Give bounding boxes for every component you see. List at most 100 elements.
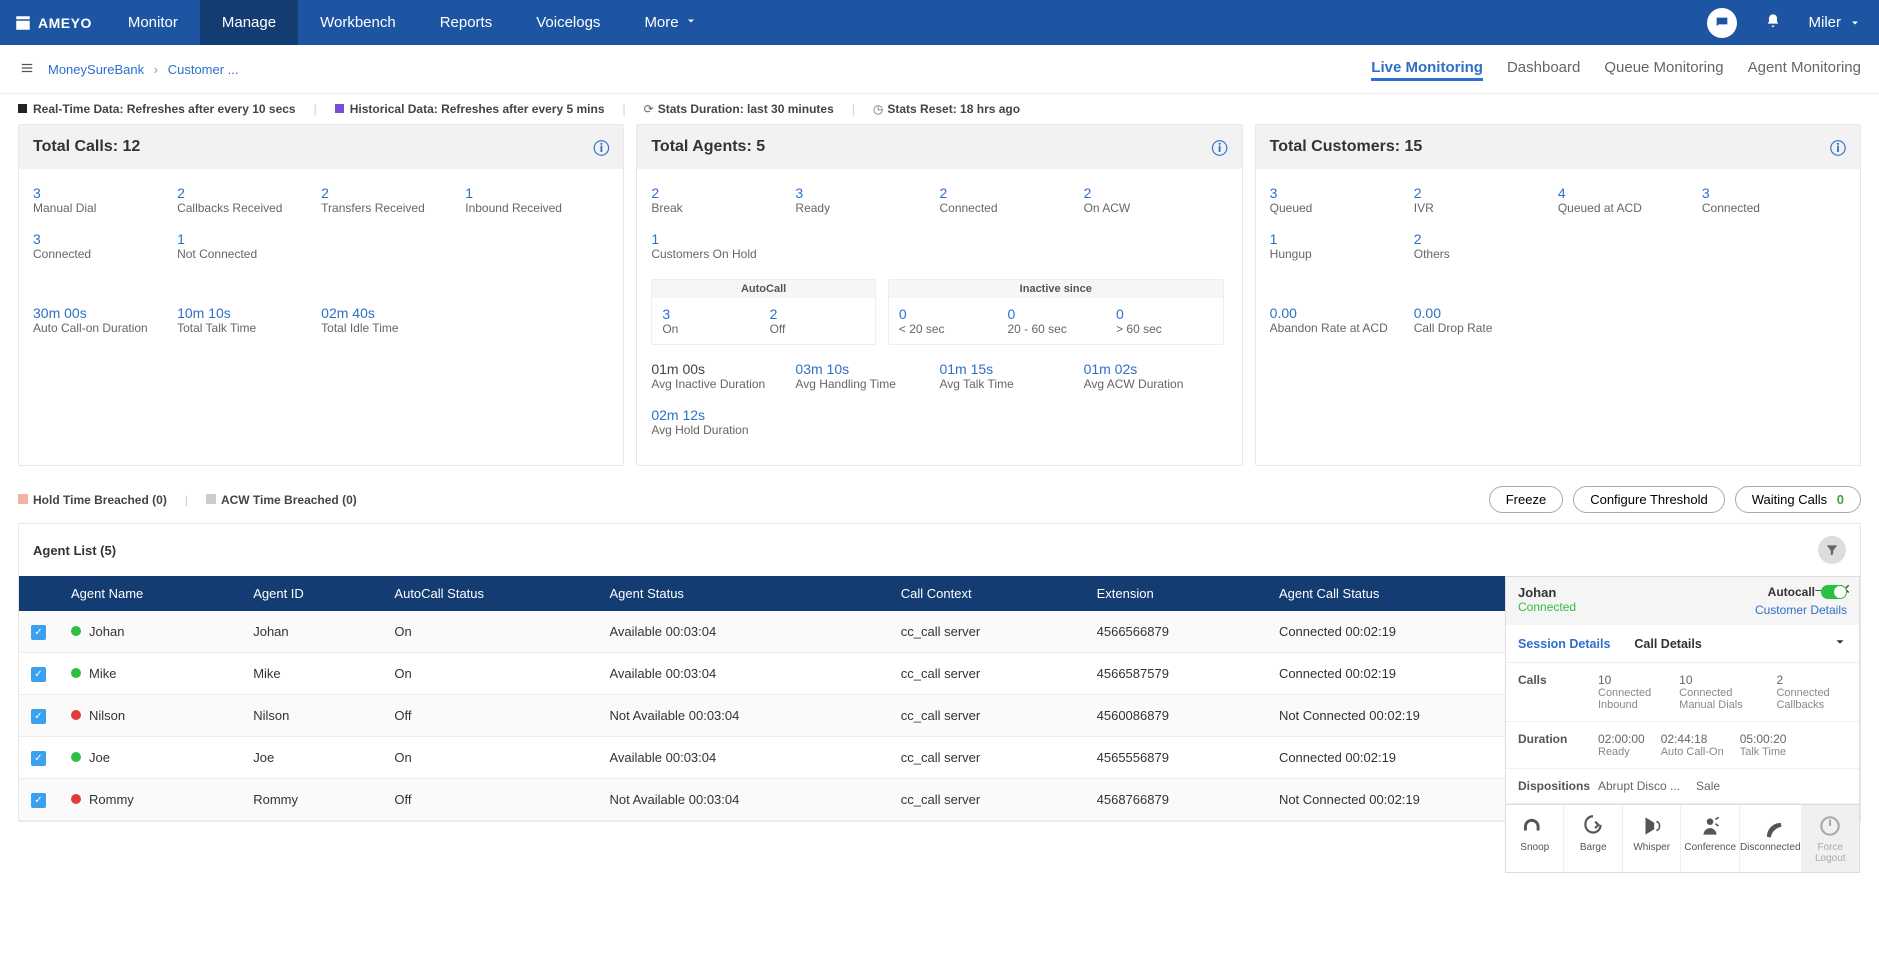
tab-agent-monitoring[interactable]: Agent Monitoring <box>1748 57 1861 81</box>
force-logout-icon <box>1817 813 1843 839</box>
stat-value: 02m 12s <box>651 407 789 423</box>
col-agent-id[interactable]: Agent ID <box>241 576 382 611</box>
nav-manage[interactable]: Manage <box>200 0 298 45</box>
info-icon[interactable]: ⓘ <box>1212 135 1228 159</box>
stat-value: 1 <box>177 231 315 247</box>
configure-threshold-button[interactable]: Configure Threshold <box>1573 486 1725 513</box>
stat-label: 20 - 60 sec <box>1007 322 1104 336</box>
info-icon[interactable]: ⓘ <box>593 135 609 159</box>
card-total-agents: Total Agents: 5 ⓘ 2Break3Ready2Connected… <box>636 124 1242 466</box>
stat-value: 10m 10s <box>177 305 315 321</box>
nav-reports[interactable]: Reports <box>418 0 515 45</box>
action-barge[interactable]: Barge <box>1564 805 1622 872</box>
stat-item: 2Callbacks Received <box>177 183 321 229</box>
checkbox-icon[interactable]: ✓ <box>31 625 46 640</box>
filter-icon[interactable] <box>1818 536 1846 564</box>
freeze-button[interactable]: Freeze <box>1489 486 1563 513</box>
nav-monitor[interactable]: Monitor <box>106 0 200 45</box>
stat-label: Connected <box>1702 201 1840 215</box>
stat-value: 2 <box>1084 185 1222 201</box>
stat-item: 3Connected <box>33 229 177 275</box>
legend-acw: ACW Time Breached (0) <box>206 493 357 507</box>
stat-item: 2Connected <box>939 183 1083 229</box>
action-conference[interactable]: Conference <box>1681 805 1739 872</box>
stat-item: 0< 20 sec <box>893 306 1002 336</box>
breadcrumb-leaf[interactable]: Customer ... <box>168 62 239 77</box>
stat-label: On <box>662 322 757 336</box>
action-snoop[interactable]: Snoop <box>1506 805 1564 872</box>
info-icon[interactable]: ⓘ <box>1830 135 1846 159</box>
panel-cell: 10Connected Manual Dials <box>1679 673 1760 711</box>
stat-value: 0 <box>1116 306 1213 322</box>
refresh-icon: ⟳ <box>644 102 654 116</box>
stat-item: 30m 00sAuto Call-on Duration <box>33 303 177 349</box>
col-call-context[interactable]: Call Context <box>889 576 1085 611</box>
nav-voicelogs[interactable]: Voicelogs <box>514 0 622 45</box>
chat-icon[interactable] <box>1707 8 1737 38</box>
status-dot-icon <box>71 626 81 636</box>
mid-bar: Hold Time Breached (0) | ACW Time Breach… <box>0 476 1879 523</box>
autocall-toggle[interactable]: Autocall <box>1755 585 1847 599</box>
stat-label: Avg Talk Time <box>939 377 1077 391</box>
hamburger-icon[interactable] <box>18 61 36 78</box>
stat-value: 01m 02s <box>1084 361 1222 377</box>
tab-call-details[interactable]: Call Details <box>1634 637 1701 651</box>
stat-item: 3Queued <box>1270 183 1414 229</box>
chevron-down-icon[interactable] <box>1833 635 1847 652</box>
stat-label: Ready <box>795 201 933 215</box>
stat-label: Customers On Hold <box>651 247 789 261</box>
stat-item: 02m 12sAvg Hold Duration <box>651 405 795 451</box>
panel-row-duration: Duration 02:00:00Ready02:44:18Auto Call-… <box>1506 722 1859 769</box>
panel-agent-status: Connected <box>1518 600 1576 614</box>
customer-details-link[interactable]: Customer Details <box>1755 603 1847 617</box>
top-nav: AMEYO MonitorManageWorkbenchReportsVoice… <box>0 0 1879 45</box>
user-menu[interactable]: Miler <box>1809 14 1862 31</box>
stat-value: 3 <box>1270 185 1408 201</box>
stat-item: 2IVR <box>1414 183 1558 229</box>
tab-dashboard[interactable]: Dashboard <box>1507 57 1580 81</box>
stat-label: Transfers Received <box>321 201 459 215</box>
stat-value: 01m 15s <box>939 361 1077 377</box>
col-agent-name[interactable]: Agent Name <box>59 576 241 611</box>
toggle-icon[interactable] <box>1821 585 1847 599</box>
tab-session-details[interactable]: Session Details <box>1518 637 1610 651</box>
tab-live-monitoring[interactable]: Live Monitoring <box>1371 57 1483 81</box>
col-agent-status[interactable]: Agent Status <box>597 576 888 611</box>
bell-icon[interactable] <box>1765 12 1781 33</box>
col-extension[interactable]: Extension <box>1085 576 1267 611</box>
stat-label: Not Connected <box>177 247 315 261</box>
disposition-item: Sale <box>1696 779 1720 793</box>
clock-icon: ◷ <box>873 102 883 116</box>
checkbox-icon[interactable]: ✓ <box>31 667 46 682</box>
status-dot-icon <box>71 794 81 804</box>
breadcrumb-root[interactable]: MoneySureBank <box>48 62 144 77</box>
stat-item: 2Off <box>764 306 871 336</box>
brand-logo: AMEYO <box>0 14 106 32</box>
tab-queue-monitoring[interactable]: Queue Monitoring <box>1604 57 1723 81</box>
breadcrumb[interactable]: MoneySureBank › Customer ... <box>48 62 239 77</box>
stat-label: On ACW <box>1084 201 1222 215</box>
col-autocall-status[interactable]: AutoCall Status <box>382 576 597 611</box>
stat-label: > 60 sec <box>1116 322 1213 336</box>
action-whisper[interactable]: Whisper <box>1623 805 1681 872</box>
stat-value: 3 <box>33 185 171 201</box>
stat-label: Manual Dial <box>33 201 171 215</box>
whisper-icon <box>1639 813 1665 839</box>
nav-more[interactable]: More <box>622 0 718 45</box>
stat-label: Off <box>770 322 865 336</box>
panel-row-calls: Calls 10Connected Inbound10Connected Man… <box>1506 663 1859 722</box>
barge-icon <box>1580 813 1606 839</box>
waiting-calls-button[interactable]: Waiting Calls 0 <box>1735 486 1861 513</box>
checkbox-icon[interactable]: ✓ <box>31 793 46 808</box>
stat-item: 3Connected <box>1702 183 1846 229</box>
checkbox-icon[interactable]: ✓ <box>31 709 46 724</box>
snoop-icon <box>1522 813 1548 839</box>
checkbox-icon[interactable]: ✓ <box>31 751 46 766</box>
user-name: Miler <box>1809 14 1842 31</box>
row-label: Dispositions <box>1518 779 1598 793</box>
nav-workbench[interactable]: Workbench <box>298 0 418 45</box>
panel-agent-name: Johan <box>1518 585 1576 600</box>
action-disconnected[interactable]: Disconnected <box>1740 805 1802 872</box>
info-reset: ◷Stats Reset: 18 hrs ago <box>873 102 1020 116</box>
subgroup-autocall: AutoCall 3On2Off <box>651 279 876 345</box>
